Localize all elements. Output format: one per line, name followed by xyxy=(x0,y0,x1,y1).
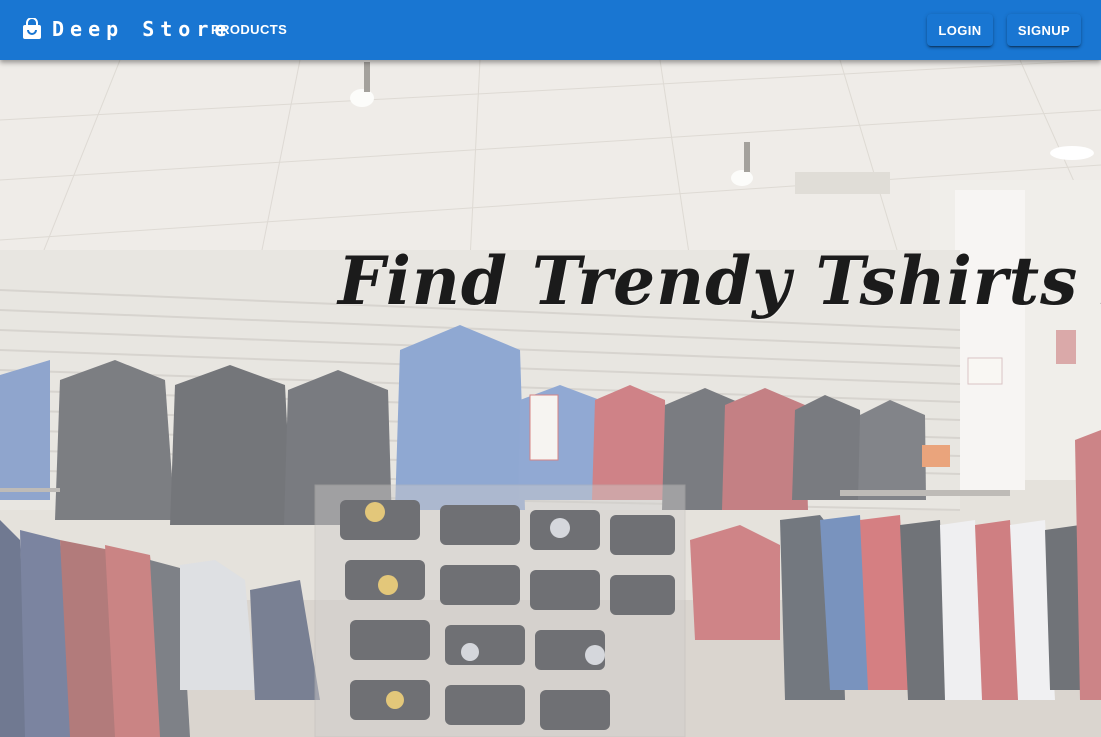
hero-title: Find Trendy Tshirts Here xyxy=(338,242,1101,320)
nav-products-link[interactable]: PRODUCTS xyxy=(211,21,287,39)
login-button[interactable]: LOGIN xyxy=(927,14,993,46)
top-app-bar: Deep Store PRODUCTS LOGIN SIGNUP xyxy=(0,0,1101,60)
hero-overlay xyxy=(0,0,1101,737)
app-root: Find Trendy Tshirts Here Deep Store PROD… xyxy=(0,0,1101,737)
hero-section: Find Trendy Tshirts Here xyxy=(0,0,1101,737)
brand-name: Deep Store xyxy=(52,17,233,41)
shopping-bag-icon xyxy=(22,17,42,40)
brand[interactable]: Deep Store xyxy=(22,17,232,41)
signup-button[interactable]: SIGNUP xyxy=(1007,14,1081,46)
